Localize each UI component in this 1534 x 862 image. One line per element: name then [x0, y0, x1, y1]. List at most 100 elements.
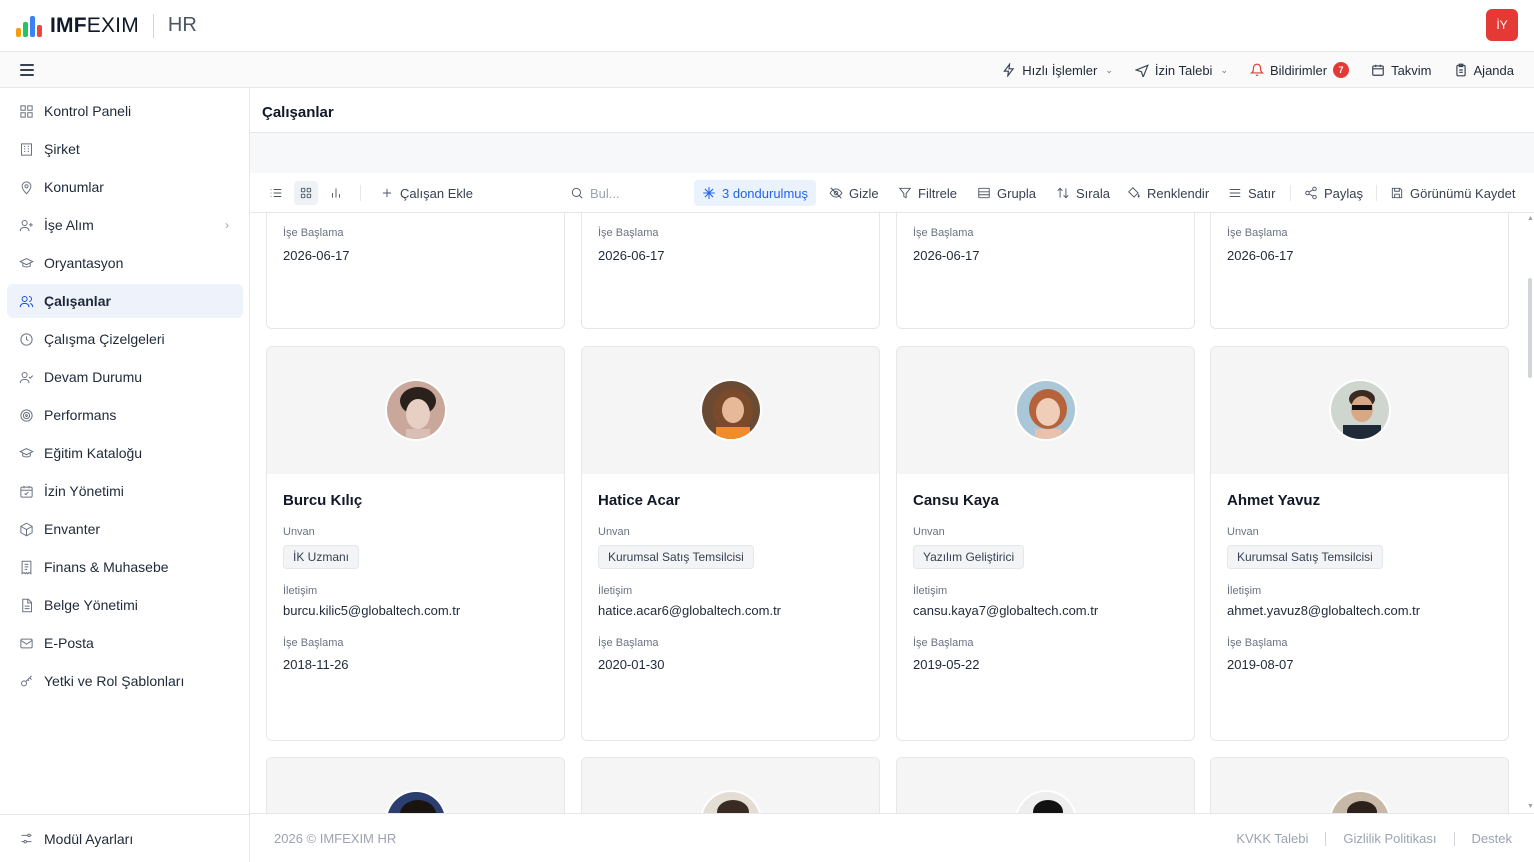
user-avatar[interactable]: İY	[1486, 9, 1518, 41]
sidebar-item-calisanlar[interactable]: Çalışanlar	[7, 284, 243, 318]
chevron-right-icon: ›	[225, 218, 229, 232]
start-date-label: İşe Başlama	[283, 227, 344, 239]
top-header: IMFEXIM HR İY	[0, 0, 1534, 52]
logo-bars-icon	[16, 15, 42, 37]
start-date-label: İşe Başlama	[598, 227, 659, 239]
employee-name: Hatice Acar	[598, 492, 680, 509]
grid-view-button[interactable]	[294, 181, 318, 205]
search-placeholder: Bul...	[590, 185, 620, 201]
start-date-label: İşe Başlama	[913, 227, 974, 239]
bar-chart-icon	[332, 188, 340, 198]
group-button[interactable]: Grupla	[977, 173, 1036, 213]
sidebar-item-label: Performans	[44, 407, 117, 423]
share-button[interactable]: Paylaş	[1304, 173, 1363, 213]
users-icon	[19, 295, 34, 307]
row-height-button[interactable]: Satır	[1228, 173, 1275, 213]
row-height-label: Satır	[1248, 185, 1276, 201]
menu-toggle-icon[interactable]	[20, 63, 34, 76]
building-icon	[21, 142, 32, 156]
footer-divider	[1325, 831, 1327, 846]
content-scrollbar[interactable]: ▲ ▼	[1526, 213, 1534, 813]
add-employee-button[interactable]: Çalışan Ekle	[380, 173, 473, 213]
user-check-icon	[19, 371, 34, 383]
employee-card[interactable]: İşe Başlama 2026-06-17	[266, 213, 565, 329]
sidebar-item-label: Yetki ve Rol Şablonları	[44, 673, 185, 689]
chevron-down-icon: ⌄	[1105, 64, 1113, 75]
sort-icon	[1057, 187, 1069, 199]
hide-fields-button[interactable]: Gizle	[829, 173, 879, 213]
employee-card[interactable]: İşe Başlama 2026-06-17	[896, 213, 1195, 329]
notifications-button[interactable]: Bildirimler 7	[1250, 62, 1350, 78]
eye-off-icon	[829, 187, 843, 199]
sidebar-item-label: İzin Yönetimi	[44, 483, 124, 499]
employee-card[interactable]	[581, 757, 880, 813]
sidebar-item-izin-yonetimi[interactable]: İzin Yönetimi	[7, 474, 243, 508]
grid-icon	[300, 187, 312, 199]
sidebar-item-konumlar[interactable]: Konumlar	[7, 170, 243, 204]
sidebar-item-label: Şirket	[44, 141, 80, 157]
colorize-label: Renklendir	[1147, 185, 1210, 201]
sidebar-item-envanter[interactable]: Envanter	[7, 512, 243, 546]
sidebar-item-kontrol-paneli[interactable]: Kontrol Paneli	[7, 94, 243, 128]
chart-view-button[interactable]	[324, 181, 348, 205]
scroll-thumb[interactable]	[1528, 278, 1532, 378]
filter-icon	[898, 187, 912, 199]
colorize-button[interactable]: Renklendir	[1127, 173, 1209, 213]
employee-email[interactable]: burcu.kilic5@globaltech.com.tr	[283, 603, 460, 618]
plus-icon	[382, 188, 392, 198]
leave-request-menu[interactable]: İzin Talebi ⌄	[1134, 63, 1228, 78]
privacy-policy-link[interactable]: Gizlilik Politikası	[1343, 831, 1436, 846]
sidebar-item-belge-yonetimi[interactable]: Belge Yönetimi	[7, 588, 243, 622]
share-label: Paylaş	[1324, 185, 1364, 201]
calendar-button[interactable]: Takvim	[1371, 63, 1432, 78]
save-view-button[interactable]: Görünümü Kaydet	[1390, 173, 1516, 213]
employee-card[interactable]: İşe Başlama 2026-06-17	[1210, 213, 1509, 329]
start-date-label: İşe Başlama	[283, 637, 344, 649]
quick-actions-menu[interactable]: Hızlı İşlemler ⌄	[1002, 63, 1113, 78]
sidebar-item-devam-durumu[interactable]: Devam Durumu	[7, 360, 243, 394]
group-icon	[978, 187, 990, 199]
employee-email[interactable]: ahmet.yavuz8@globaltech.com.tr	[1227, 603, 1420, 618]
app-logo[interactable]: IMFEXIM HR	[16, 13, 197, 38]
employee-card[interactable]: İşe Başlama 2026-06-17	[581, 213, 880, 329]
frozen-columns-button[interactable]: 3 dondurulmuş	[694, 180, 816, 206]
filter-button[interactable]: Filtrele	[898, 173, 957, 213]
sidebar-item-label: Çalışma Çizelgeleri	[44, 331, 165, 347]
save-icon	[1391, 187, 1403, 199]
lightning-icon	[1003, 63, 1015, 77]
toolbar-divider	[1290, 185, 1291, 201]
search-input[interactable]: Bul...	[570, 173, 620, 213]
employee-card[interactable]	[1210, 757, 1509, 813]
group-label: Grupla	[997, 185, 1037, 201]
sidebar-item-label: E-Posta	[44, 635, 94, 651]
kvkk-link[interactable]: KVKK Talebi	[1236, 831, 1308, 846]
employee-email[interactable]: hatice.acar6@globaltech.com.tr	[598, 603, 781, 618]
sidebar-item-e-posta[interactable]: E-Posta	[7, 626, 243, 660]
employee-email[interactable]: cansu.kaya7@globaltech.com.tr	[913, 603, 1098, 618]
sidebar-item-finans-muhasebe[interactable]: Finans & Muhasebe	[7, 550, 243, 584]
employee-card[interactable]: Hatice Acar Unvan Kurumsal Satış Temsilc…	[581, 346, 880, 741]
sidebar-item-egitim-katalogu[interactable]: Eğitim Kataloğu	[7, 436, 243, 470]
module-settings-button[interactable]: Modül Ayarları	[0, 814, 250, 862]
support-link[interactable]: Destek	[1472, 831, 1512, 846]
paint-bucket-icon	[1128, 187, 1140, 198]
sidebar-item-performans[interactable]: Performans	[7, 398, 243, 432]
employee-card[interactable]: Ahmet Yavuz Unvan Kurumsal Satış Temsilc…	[1210, 346, 1509, 741]
agenda-button[interactable]: Ajanda	[1454, 63, 1514, 78]
employee-card[interactable]: Cansu Kaya Unvan Yazılım Geliştirici İle…	[896, 346, 1195, 741]
sidebar-item-ise-alim[interactable]: İşe Alım ›	[7, 208, 243, 242]
employee-card[interactable]	[896, 757, 1195, 813]
sidebar-item-oryantasyon[interactable]: Oryantasyon	[7, 246, 243, 280]
employee-card-grid: İşe Başlama 2026-06-17 İşe Başlama 2026-…	[250, 213, 1526, 813]
list-view-button[interactable]	[264, 181, 288, 205]
start-date-value: 2019-08-07	[1227, 657, 1294, 672]
scroll-down-icon[interactable]: ▼	[1527, 803, 1534, 810]
sort-button[interactable]: Sırala	[1056, 173, 1110, 213]
employee-card[interactable]: Burcu Kılıç Unvan İK Uzmanı İletişim bur…	[266, 346, 565, 741]
sidebar-item-sirket[interactable]: Şirket	[7, 132, 243, 166]
user-plus-icon	[19, 219, 33, 231]
employee-card[interactable]	[266, 757, 565, 813]
scroll-up-icon[interactable]: ▲	[1527, 215, 1534, 222]
sidebar-item-calisma-cizelgeleri[interactable]: Çalışma Çizelgeleri	[7, 322, 243, 356]
sidebar-item-yetki-rol-sablonlari[interactable]: Yetki ve Rol Şablonları	[7, 664, 243, 698]
